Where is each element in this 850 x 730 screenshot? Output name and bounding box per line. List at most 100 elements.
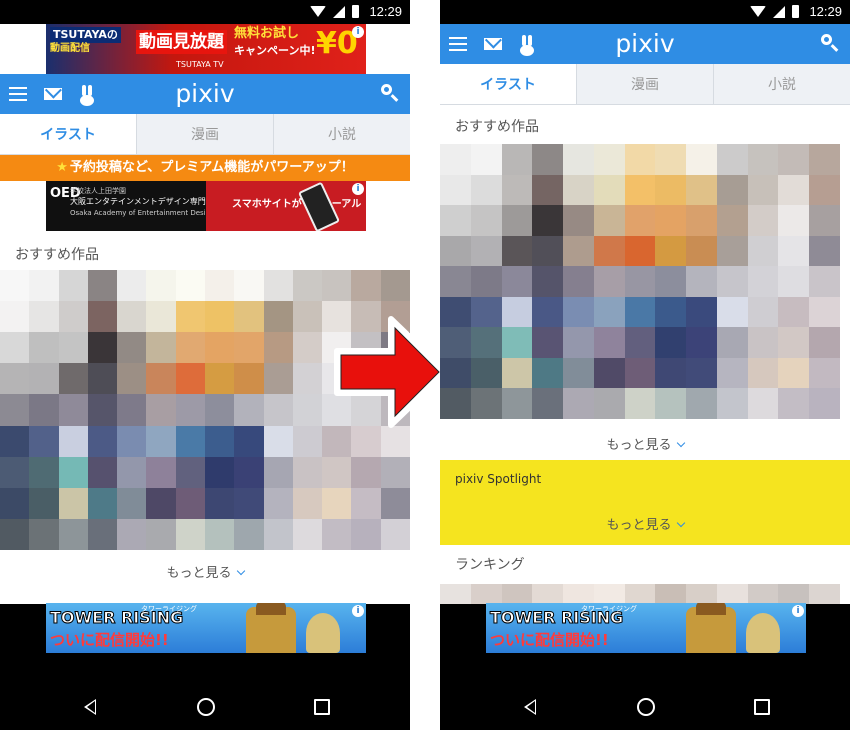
thumbnail-tile[interactable] bbox=[716, 296, 748, 328]
rabbit-icon[interactable] bbox=[76, 74, 98, 114]
ad-banner-tsutaya[interactable]: TSUTAYAの 動画配信 動画見放題 無料お試し キャンペーン中! ¥0 TS… bbox=[46, 24, 366, 74]
thumbnail-tile[interactable] bbox=[205, 394, 235, 426]
thumbnail-tile[interactable] bbox=[440, 327, 471, 358]
thumbnail-tile[interactable] bbox=[234, 518, 264, 550]
tab-manga[interactable]: 漫画 bbox=[136, 114, 273, 154]
thumbnail-tile[interactable] bbox=[470, 584, 502, 604]
thumbnail-tile[interactable] bbox=[501, 357, 533, 389]
thumbnail-tile[interactable] bbox=[87, 332, 118, 364]
thumbnail-tile[interactable] bbox=[563, 327, 594, 358]
thumbnail-tile[interactable] bbox=[686, 144, 717, 175]
home-icon[interactable] bbox=[637, 698, 655, 716]
thumbnail-tile[interactable] bbox=[593, 388, 625, 419]
thumbnail-tile[interactable] bbox=[686, 174, 717, 206]
thumbnail-tile[interactable] bbox=[146, 394, 176, 426]
thumbnail-tile[interactable] bbox=[778, 584, 810, 604]
thumbnail-tile[interactable] bbox=[234, 425, 264, 457]
thumbnail-tile[interactable] bbox=[205, 332, 235, 364]
ad-banner-school[interactable]: OED 学校法人上田学園 大阪エンタテインメントデザイン専門学校 Osaka A… bbox=[46, 181, 366, 231]
thumbnail-tile[interactable] bbox=[778, 296, 810, 328]
thumbnail-tile[interactable] bbox=[175, 394, 205, 426]
thumbnail-tile[interactable] bbox=[351, 456, 381, 488]
thumbnail-tile[interactable] bbox=[146, 518, 176, 550]
thumbnail-tile[interactable] bbox=[563, 357, 594, 389]
thumbnail-tile[interactable] bbox=[440, 174, 471, 206]
thumbnail-tile[interactable] bbox=[263, 394, 293, 426]
tab-novel[interactable]: 小説 bbox=[713, 64, 850, 104]
thumbnail-tile[interactable] bbox=[747, 296, 779, 328]
more-link-recommended[interactable]: もっと見る bbox=[440, 434, 850, 453]
thumbnail-tile[interactable] bbox=[686, 205, 717, 236]
thumbnail-tile[interactable] bbox=[501, 584, 533, 604]
thumbnail-tile[interactable] bbox=[686, 388, 717, 419]
thumbnail-tile[interactable] bbox=[322, 456, 352, 488]
thumbnail-tile[interactable] bbox=[0, 487, 30, 519]
thumbnail-tile[interactable] bbox=[747, 388, 779, 419]
thumbnail-tile[interactable] bbox=[563, 235, 594, 267]
thumbnail-tile[interactable] bbox=[87, 425, 118, 457]
thumbnail-tile[interactable] bbox=[29, 301, 59, 333]
thumbnail-tile[interactable] bbox=[29, 332, 59, 364]
thumbnail-tile[interactable] bbox=[563, 174, 594, 206]
thumbnail-tile[interactable] bbox=[716, 327, 748, 358]
thumbnail-tile[interactable] bbox=[532, 388, 564, 419]
thumbnail-tile[interactable] bbox=[263, 332, 293, 364]
thumbnail-tile[interactable] bbox=[58, 301, 88, 333]
thumbnail-tile[interactable] bbox=[380, 518, 410, 550]
thumbnail-tile[interactable] bbox=[501, 266, 533, 297]
thumbnail-tile[interactable] bbox=[470, 235, 502, 267]
thumbnail-tile[interactable] bbox=[29, 363, 59, 395]
thumbnail-tile[interactable] bbox=[0, 332, 30, 364]
back-icon[interactable] bbox=[84, 699, 96, 715]
thumbnail-tile[interactable] bbox=[234, 301, 264, 333]
thumbnail-tile[interactable] bbox=[470, 388, 502, 419]
thumbnail-tile[interactable] bbox=[624, 584, 656, 604]
thumbnail-tile[interactable] bbox=[470, 144, 502, 175]
thumbnail-tile[interactable] bbox=[655, 144, 687, 175]
thumbnail-tile[interactable] bbox=[292, 332, 323, 364]
thumbnail-tile[interactable] bbox=[87, 394, 118, 426]
menu-icon[interactable] bbox=[8, 74, 28, 114]
adchoices-icon[interactable]: i bbox=[792, 605, 804, 617]
thumbnail-tile[interactable] bbox=[117, 518, 147, 550]
thumbnail-tile[interactable] bbox=[58, 270, 88, 302]
thumbnail-tile[interactable] bbox=[292, 301, 323, 333]
thumbnail-tile[interactable] bbox=[351, 270, 381, 302]
thumbnail-tile[interactable] bbox=[146, 456, 176, 488]
thumbnail-tile[interactable] bbox=[205, 301, 235, 333]
thumbnail-tile[interactable] bbox=[532, 584, 564, 604]
thumbnail-tile[interactable] bbox=[440, 266, 471, 297]
thumbnail-tile[interactable] bbox=[117, 270, 147, 302]
thumbnail-tile[interactable] bbox=[716, 388, 748, 419]
thumbnail-tile[interactable] bbox=[292, 487, 323, 519]
mail-icon[interactable] bbox=[482, 24, 504, 64]
thumbnail-tile[interactable] bbox=[263, 518, 293, 550]
thumbnail-tile[interactable] bbox=[29, 394, 59, 426]
thumbnail-tile[interactable] bbox=[29, 456, 59, 488]
thumbnail-tile[interactable] bbox=[470, 205, 502, 236]
premium-promo-banner[interactable]: ★ 予約投稿など、プレミアム機能がパワーアップ！ bbox=[0, 155, 410, 181]
thumbnail-tile[interactable] bbox=[440, 357, 471, 389]
thumbnail-tile[interactable] bbox=[655, 357, 687, 389]
thumbnail-tile[interactable] bbox=[29, 270, 59, 302]
recommended-thumbnails[interactable] bbox=[440, 144, 840, 419]
thumbnail-tile[interactable] bbox=[624, 144, 656, 175]
thumbnail-tile[interactable] bbox=[501, 296, 533, 328]
thumbnail-tile[interactable] bbox=[655, 327, 687, 358]
thumbnail-tile[interactable] bbox=[501, 144, 533, 175]
thumbnail-tile[interactable] bbox=[146, 332, 176, 364]
thumbnail-tile[interactable] bbox=[175, 270, 205, 302]
thumbnail-tile[interactable] bbox=[263, 456, 293, 488]
thumbnail-tile[interactable] bbox=[87, 487, 118, 519]
thumbnail-tile[interactable] bbox=[532, 174, 564, 206]
thumbnail-tile[interactable] bbox=[532, 266, 564, 297]
thumbnail-tile[interactable] bbox=[87, 301, 118, 333]
thumbnail-tile[interactable] bbox=[624, 327, 656, 358]
thumbnail-tile[interactable] bbox=[809, 584, 840, 604]
thumbnail-tile[interactable] bbox=[175, 518, 205, 550]
thumbnail-tile[interactable] bbox=[716, 174, 748, 206]
thumbnail-tile[interactable] bbox=[263, 363, 293, 395]
thumbnail-tile[interactable] bbox=[624, 388, 656, 419]
back-icon[interactable] bbox=[524, 699, 536, 715]
thumbnail-tile[interactable] bbox=[809, 296, 840, 328]
